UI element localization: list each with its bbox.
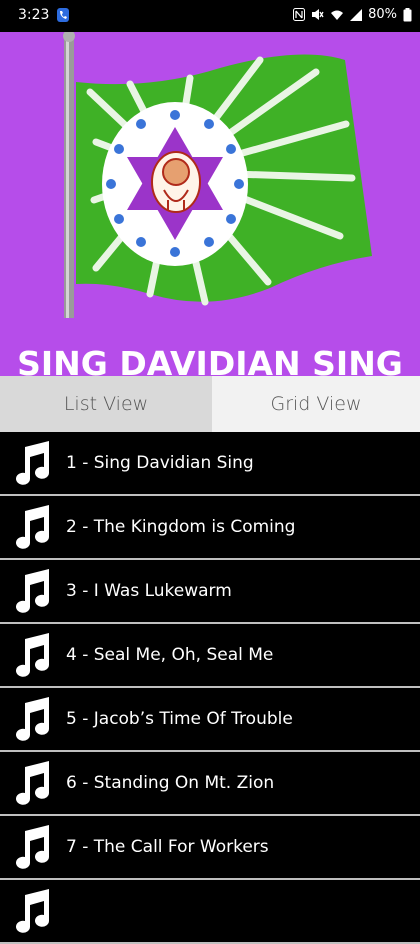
battery-icon	[403, 7, 412, 22]
music-note-icon	[16, 825, 49, 869]
song-item-6[interactable]: 6 - Standing On Mt. Zion	[0, 752, 420, 816]
music-note-icon	[16, 569, 49, 613]
phone-icon	[57, 8, 69, 22]
mute-icon	[311, 8, 324, 21]
signal-icon	[350, 8, 363, 21]
battery-level: 80%	[368, 7, 397, 22]
music-note-icon	[16, 697, 49, 741]
song-item-5[interactable]: 5 - Jacob’s Time Of Trouble	[0, 688, 420, 752]
flag-image	[63, 32, 372, 318]
song-item-7[interactable]: 7 - The Call For Workers	[0, 816, 420, 880]
song-title: 2 - The Kingdom is Coming	[66, 517, 296, 537]
song-item-2[interactable]: 2 - The Kingdom is Coming	[0, 496, 420, 560]
view-tabs: List View Grid View	[0, 376, 420, 432]
music-note-icon	[16, 633, 49, 677]
tab-grid-view[interactable]: Grid View	[212, 376, 420, 432]
status-bar: 3:23 80%	[0, 0, 420, 32]
header-banner: SING DAVIDIAN SING	[0, 32, 420, 376]
song-title: 7 - The Call For Workers	[66, 837, 269, 857]
song-item-1[interactable]: 1 - Sing Davidian Sing	[0, 432, 420, 496]
music-note-icon	[16, 761, 49, 805]
song-title: 5 - Jacob’s Time Of Trouble	[66, 709, 293, 729]
status-icons: 80%	[293, 7, 412, 22]
music-note-icon	[16, 441, 49, 485]
music-note-icon	[16, 889, 49, 933]
banner-title: SING DAVIDIAN SING	[17, 344, 403, 376]
song-item-8[interactable]	[0, 880, 420, 944]
song-title: 4 - Seal Me, Oh, Seal Me	[66, 645, 274, 665]
music-note-icon	[16, 505, 49, 549]
nfc-icon	[293, 8, 306, 21]
song-title: 6 - Standing On Mt. Zion	[66, 773, 275, 793]
song-item-3[interactable]: 3 - I Was Lukewarm	[0, 560, 420, 624]
song-list: 1 - Sing Davidian Sing 2 - The Kingdom i…	[0, 432, 420, 944]
wifi-icon	[330, 9, 344, 21]
song-item-4[interactable]: 4 - Seal Me, Oh, Seal Me	[0, 624, 420, 688]
song-title: 3 - I Was Lukewarm	[66, 581, 232, 601]
status-time: 3:23	[18, 7, 50, 23]
tab-list-view[interactable]: List View	[0, 376, 212, 432]
song-title: 1 - Sing Davidian Sing	[66, 453, 254, 473]
